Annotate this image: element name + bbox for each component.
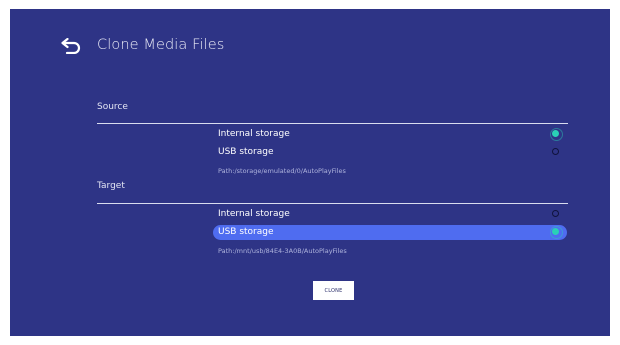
option-label: Internal storage	[218, 129, 290, 139]
source-divider	[97, 123, 568, 124]
clone-media-files-screen: Clone Media Files Source Internal storag…	[10, 9, 610, 336]
target-divider	[97, 203, 568, 204]
target-option-internal-storage[interactable]: Internal storage	[213, 207, 567, 222]
option-label: Internal storage	[218, 209, 290, 219]
radio-selected-icon[interactable]	[550, 128, 563, 141]
option-label: USB storage	[218, 147, 274, 157]
back-arrow-icon[interactable]	[61, 38, 81, 54]
radio-unselected-icon[interactable]	[552, 148, 559, 155]
source-option-internal-storage[interactable]: Internal storage	[213, 127, 567, 142]
radio-unselected-icon[interactable]	[552, 210, 559, 217]
source-option-usb-storage[interactable]: USB storage	[213, 145, 567, 160]
clone-button[interactable]: CLONE	[313, 281, 354, 300]
source-label: Source	[97, 102, 128, 112]
source-path: Path:/storage/emulated/0/AutoPlayFiles	[218, 167, 346, 175]
radio-selected-icon[interactable]	[550, 226, 563, 239]
target-path: Path:/mnt/usb/84E4-3A0B/AutoPlayFiles	[218, 247, 347, 255]
page-title: Clone Media Files	[97, 37, 225, 53]
target-label: Target	[97, 181, 125, 191]
option-label: USB storage	[218, 227, 274, 237]
target-option-usb-storage[interactable]: USB storage	[213, 225, 567, 240]
